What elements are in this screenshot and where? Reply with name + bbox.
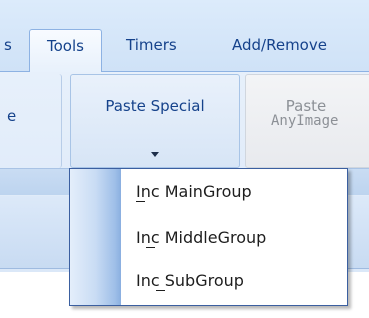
tab-timers[interactable]: Timers <box>126 31 177 59</box>
paste-special-label: Paste Special <box>105 97 205 115</box>
menu-item-inc-subgroup[interactable]: Inc SubGroup <box>136 269 244 293</box>
paste-special-button[interactable]: Paste Special <box>70 74 240 168</box>
ribbon-tab-strip: s Tools Timers Add/Remove <box>0 0 369 72</box>
ribbon-button-partial[interactable]: e <box>0 74 62 168</box>
paste-special-menu: Inc MainGroup Inc MiddleGroup Inc SubGro… <box>69 168 348 306</box>
paste-anyimage-button[interactable]: Paste AnyImage <box>245 74 369 168</box>
ribbon-button-partial-label: e <box>7 107 17 125</box>
tab-tools[interactable]: Tools <box>29 29 102 72</box>
chevron-down-icon <box>151 152 159 157</box>
menu-item-inc-middlegroup[interactable]: Inc MiddleGroup <box>136 226 266 250</box>
menu-item-inc-maingroup[interactable]: Inc MainGroup <box>136 180 252 204</box>
tab-partial[interactable]: s <box>4 31 12 59</box>
tab-add-remove[interactable]: Add/Remove <box>232 31 327 59</box>
anyimage-label: AnyImage <box>271 113 339 129</box>
menu-icon-gutter <box>70 169 121 305</box>
